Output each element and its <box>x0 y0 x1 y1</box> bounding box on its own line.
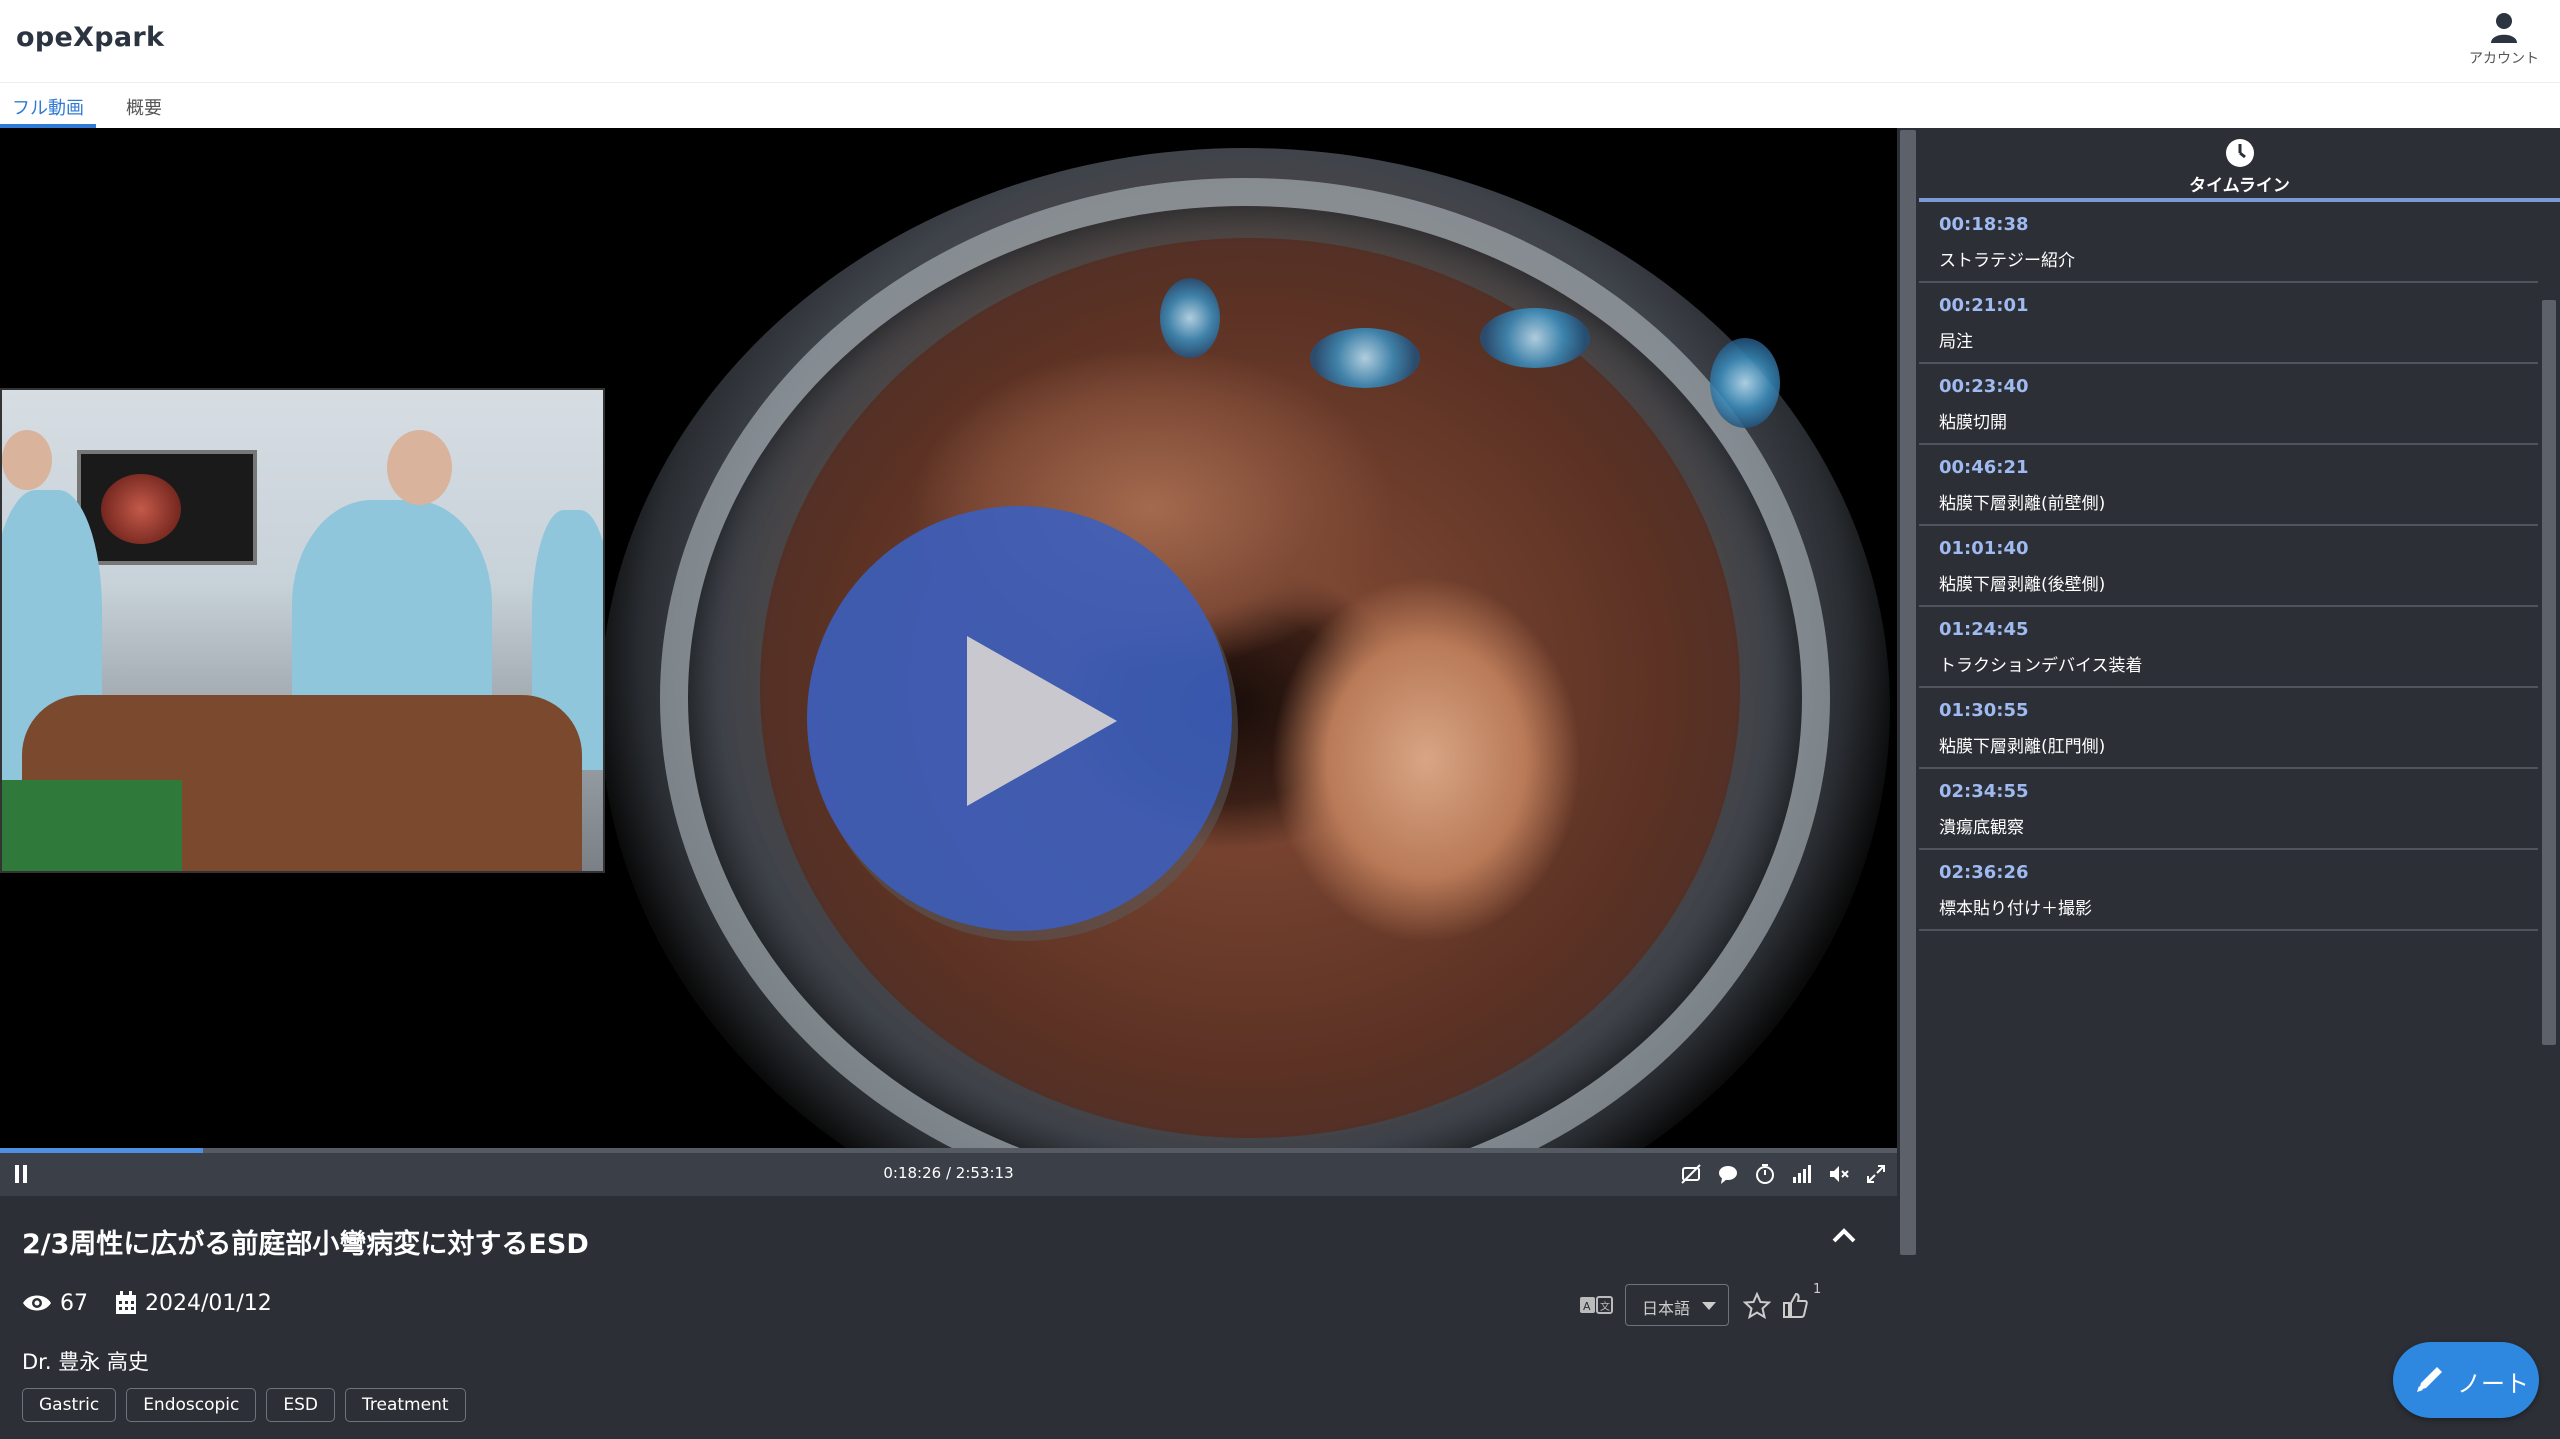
thumbs-up-icon[interactable] <box>1781 1291 1809 1319</box>
pencil-icon <box>2417 1367 2442 1392</box>
mute-icon[interactable] <box>1828 1163 1850 1185</box>
chat-bubble-icon[interactable] <box>1717 1163 1739 1185</box>
timeline-item[interactable]: 00:23:40 粘膜切開 <box>1919 364 2538 445</box>
room-monitor <box>77 450 257 565</box>
page-scrollbar-thumb[interactable] <box>1900 130 1916 1255</box>
marking-spot <box>1480 308 1590 368</box>
video-title: 2/3周性に広がる前庭部小彎病変に対するESD <box>22 1229 589 1260</box>
account-label: アカウント <box>2469 51 2539 67</box>
timeline-time: 02:36:26 <box>1939 862 2029 883</box>
svg-text:A: A <box>1583 1300 1591 1313</box>
quality-bars-icon[interactable] <box>1791 1163 1813 1185</box>
timeline-label: 標本貼り付け＋撮影 <box>1939 899 2092 919</box>
timeline-item[interactable]: 01:01:40 粘膜下層剥離(後壁側) <box>1919 526 2538 607</box>
timeline-scrollbar[interactable] <box>2538 202 2560 1439</box>
svg-text:文: 文 <box>1600 1300 1610 1313</box>
like-count: 1 <box>1813 1282 1822 1297</box>
tag-chip[interactable]: ESD <box>266 1388 335 1422</box>
views-count: 67 <box>22 1291 88 1316</box>
language-value: 日本語 <box>1642 1299 1691 1318</box>
note-label: ノート <box>2457 1370 2529 1398</box>
timeline-label: 粘膜下層剥離(後壁側) <box>1939 575 2106 595</box>
publish-date: 2024/01/12 <box>115 1291 272 1316</box>
timeline-title: タイムライン <box>2189 176 2290 196</box>
chevron-up-icon[interactable] <box>1831 1226 1857 1244</box>
play-icon <box>967 636 1117 806</box>
timeline-label: 粘膜下層剥離(肛門側) <box>1939 737 2106 757</box>
timeline-label: 潰瘍底観察 <box>1939 818 2024 838</box>
caret-down-icon <box>1702 1302 1716 1310</box>
star-icon[interactable] <box>1743 1292 1771 1320</box>
date-value: 2024/01/12 <box>145 1290 272 1316</box>
video-player[interactable] <box>0 128 1897 1148</box>
tab-bar: フル動画 概要 <box>0 84 2560 128</box>
comments-hidden-icon[interactable] <box>1680 1163 1702 1185</box>
timeline-item[interactable]: 02:34:55 潰瘍底観察 <box>1919 769 2538 850</box>
views-value: 67 <box>60 1290 88 1316</box>
timeline-time: 00:18:38 <box>1939 214 2029 235</box>
timecode: 0:18:26 / 2:53:13 <box>883 1164 1014 1182</box>
tab-overview[interactable]: 概要 <box>114 84 174 128</box>
timeline-item[interactable]: 01:24:45 トラクションデバイス装着 <box>1919 607 2538 688</box>
timeline-label: 局注 <box>1939 332 1973 352</box>
user-icon <box>2491 13 2517 43</box>
timeline-scrollbar-thumb[interactable] <box>2542 300 2556 1045</box>
room-person-head <box>2 430 52 490</box>
timeline-time: 01:30:55 <box>1939 700 2029 721</box>
timeline-item[interactable]: 01:30:55 粘膜下層剥離(肛門側) <box>1919 688 2538 769</box>
language-select[interactable]: 日本語 <box>1625 1284 1729 1326</box>
account-button[interactable]: アカウント <box>2464 12 2544 68</box>
timeline-time: 01:01:40 <box>1939 538 2029 559</box>
timeline-item[interactable]: 00:46:21 粘膜下層剥離(前壁側) <box>1919 445 2538 526</box>
pause-icon[interactable] <box>14 1165 28 1183</box>
timeline-time: 02:34:55 <box>1939 781 2029 802</box>
video-tools: A 文 日本語 1 <box>1580 1282 1873 1328</box>
picture-in-picture-room <box>0 388 605 873</box>
timeline-time: 00:23:40 <box>1939 376 2029 397</box>
video-meta: 67 2024/01/12 <box>22 1290 292 1316</box>
tag-list: Gastric Endoscopic ESD Treatment <box>22 1388 476 1422</box>
page-scrollbar[interactable] <box>1897 128 1919 1439</box>
timeline-label: 粘膜下層剥離(前壁側) <box>1939 494 2106 514</box>
timeline-item[interactable]: 00:21:01 局注 <box>1919 283 2538 364</box>
translate-icon[interactable]: A 文 <box>1579 1294 1613 1316</box>
app-logo[interactable]: opeXpark <box>16 22 164 53</box>
timeline-time: 00:21:01 <box>1939 295 2029 316</box>
player-controls: 0:18:26 / 2:53:13 <box>0 1153 1897 1196</box>
clock-icon <box>2225 139 2254 167</box>
room-person-head <box>387 430 452 505</box>
marking-spot <box>1160 278 1220 358</box>
timeline-item[interactable]: 00:18:38 ストラテジー紹介 <box>1919 202 2538 283</box>
timeline-label: トラクションデバイス装着 <box>1939 656 2143 676</box>
note-button[interactable]: ノート <box>2393 1342 2539 1418</box>
timeline-list: 00:18:38 ストラテジー紹介 00:21:01 局注 00:23:40 粘膜切開… <box>1919 202 2538 931</box>
marking-spot <box>1710 338 1780 428</box>
tag-chip[interactable]: Endoscopic <box>126 1388 257 1422</box>
eye-icon <box>23 1295 51 1311</box>
timer-icon[interactable] <box>1754 1163 1776 1185</box>
video-info-panel: 2/3周性に広がる前庭部小彎病変に対するESD 67 2024/01/12 Dr… <box>0 1196 1897 1439</box>
tag-chip[interactable]: Gastric <box>22 1388 117 1422</box>
play-button[interactable] <box>807 506 1232 931</box>
timeline-header[interactable]: タイムライン <box>1919 128 2560 202</box>
app-root: opeXpark アカウント フル動画 概要 0:18:26 / 2:53:13… <box>0 0 2560 1439</box>
timeline-label: ストラテジー紹介 <box>1939 251 2075 271</box>
timeline-time: 01:24:45 <box>1939 619 2029 640</box>
calendar-icon <box>116 1291 136 1314</box>
timeline-item[interactable]: 02:36:26 標本貼り付け＋撮影 <box>1919 850 2538 931</box>
room-drape <box>2 780 182 871</box>
timeline-time: 00:46:21 <box>1939 457 2029 478</box>
tab-full-video[interactable]: フル動画 <box>0 84 96 128</box>
timeline-label: 粘膜切開 <box>1939 413 2007 433</box>
fullscreen-icon[interactable] <box>1865 1163 1887 1185</box>
top-header: opeXpark アカウント <box>0 0 2560 83</box>
tag-chip[interactable]: Treatment <box>345 1388 466 1422</box>
author-name[interactable]: Dr. 豊永 高史 <box>22 1346 149 1376</box>
marking-spot <box>1310 328 1420 388</box>
timeline-panel: タイムライン 00:18:38 ストラテジー紹介 00:21:01 局注 00:23… <box>1919 128 2560 1439</box>
